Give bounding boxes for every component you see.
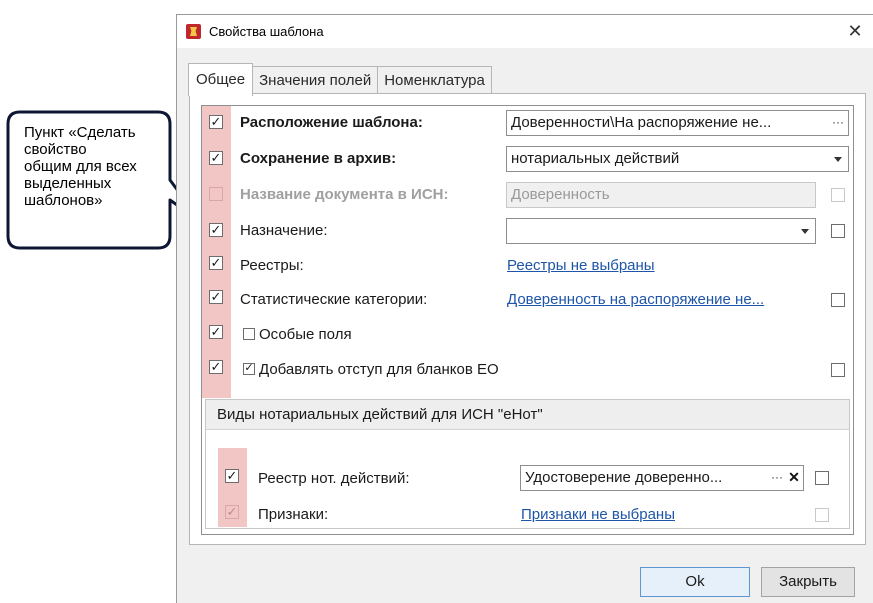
stat-categories-label: Статистические категории: bbox=[240, 291, 428, 308]
common-checkbox-special-fields[interactable]: ✓ bbox=[209, 325, 223, 339]
location-value: Доверенности\На распоряжение не... bbox=[511, 114, 772, 131]
common-checkbox-registries[interactable]: ✓ bbox=[209, 256, 223, 270]
indent-right-checkbox[interactable] bbox=[831, 363, 845, 377]
chevron-down-icon bbox=[801, 229, 809, 234]
purpose-checkbox[interactable] bbox=[831, 224, 845, 238]
browse-dots-icon[interactable]: ··· bbox=[828, 111, 848, 135]
isn-name-value: Доверенность bbox=[511, 186, 610, 203]
indent-checkbox[interactable]: ✓ bbox=[243, 363, 255, 375]
special-fields-checkbox[interactable] bbox=[243, 328, 255, 340]
common-checkbox-indent[interactable]: ✓ bbox=[209, 360, 223, 374]
row-registries: ✓ Реестры: Реестры не выбраны bbox=[202, 249, 855, 277]
common-checkbox-purpose[interactable]: ✓ bbox=[209, 223, 223, 237]
row-special-fields: ✓ Особые поля bbox=[202, 318, 855, 346]
registry-actions-field[interactable]: Удостоверение доверенно... ··· ✕ bbox=[520, 465, 804, 491]
row-registry-actions: ✓ Реестр нот. действий: Удостоверение до… bbox=[202, 462, 855, 491]
registry-actions-value: Удостоверение доверенно... bbox=[525, 469, 723, 486]
row-stat-categories: ✓ Статистические категории: Доверенность… bbox=[202, 283, 855, 311]
properties-grid: ✓ Расположение шаблона: Доверенности\На … bbox=[201, 105, 854, 535]
row-archive: ✓ Сохранение в архив: нотариальных дейст… bbox=[202, 144, 855, 172]
isn-name-field: Доверенность bbox=[506, 182, 816, 208]
stat-categories-link[interactable]: Доверенность на распоряжение не... bbox=[507, 291, 764, 309]
tab-general[interactable]: Общее bbox=[188, 63, 254, 96]
group-title: Виды нотариальных действий для ИСН "еНот… bbox=[206, 400, 849, 430]
special-fields-label: Особые поля bbox=[259, 326, 352, 343]
row-isn-name: Название документа в ИСН: Доверенность bbox=[202, 180, 855, 208]
browse-dots-icon[interactable]: ··· bbox=[768, 466, 786, 490]
row-location: ✓ Расположение шаблона: Доверенности\На … bbox=[202, 108, 855, 136]
signs-link[interactable]: Признаки не выбраны bbox=[521, 506, 675, 524]
registries-label: Реестры: bbox=[240, 257, 304, 274]
common-checkbox-stat-categories[interactable]: ✓ bbox=[209, 290, 223, 304]
chevron-down-icon bbox=[834, 157, 842, 162]
template-properties-dialog: Свойства шаблона ✕ Общее Значения полей … bbox=[176, 14, 873, 603]
indent-label: Добавлять отступ для бланков ЕО bbox=[259, 361, 499, 378]
app-logo-icon bbox=[186, 24, 201, 39]
archive-value: нотариальных действий bbox=[511, 150, 680, 167]
archive-label: Сохранение в архив: bbox=[240, 150, 397, 167]
registries-link[interactable]: Реестры не выбраны bbox=[507, 257, 655, 275]
common-checkbox-signs[interactable]: ✓ bbox=[225, 505, 239, 519]
close-icon[interactable]: ✕ bbox=[843, 19, 867, 43]
ok-button[interactable]: Ok bbox=[640, 567, 750, 597]
isn-name-checkbox[interactable] bbox=[831, 188, 845, 202]
common-checkbox-registry-actions[interactable]: ✓ bbox=[225, 469, 239, 483]
common-checkbox-isn-name[interactable] bbox=[209, 187, 223, 201]
title-bar: Свойства шаблона ✕ bbox=[177, 15, 873, 48]
window-title: Свойства шаблона bbox=[209, 24, 324, 39]
tab-nomenclature[interactable]: Номенклатура bbox=[377, 66, 492, 95]
registry-actions-label: Реестр нот. действий: bbox=[258, 470, 410, 487]
isn-name-label: Название документа в ИСН: bbox=[240, 186, 449, 203]
signs-checkbox[interactable] bbox=[815, 508, 829, 522]
common-checkbox-location[interactable]: ✓ bbox=[209, 115, 223, 129]
signs-label: Признаки: bbox=[258, 506, 329, 523]
row-purpose: ✓ Назначение: bbox=[202, 216, 855, 244]
location-label: Расположение шаблона: bbox=[240, 114, 423, 131]
general-tab-panel: ✓ Расположение шаблона: Доверенности\На … bbox=[189, 93, 866, 545]
registry-actions-checkbox[interactable] bbox=[815, 471, 829, 485]
purpose-dropdown[interactable] bbox=[506, 218, 816, 244]
purpose-label: Назначение: bbox=[240, 222, 328, 239]
location-field[interactable]: Доверенности\На распоряжение не... ··· bbox=[506, 110, 849, 136]
row-indent: ✓ ✓ Добавлять отступ для бланков ЕО bbox=[202, 353, 855, 381]
row-signs: ✓ Признаки: Признаки не выбраны bbox=[202, 498, 855, 526]
callout-text: Пункт «Сделать свойство общим для всех в… bbox=[24, 124, 137, 209]
tab-strip: Общее Значения полей Номенклатура bbox=[188, 63, 492, 96]
common-checkbox-archive[interactable]: ✓ bbox=[209, 151, 223, 165]
stat-categories-checkbox[interactable] bbox=[831, 293, 845, 307]
tab-field-values[interactable]: Значения полей bbox=[252, 66, 379, 95]
clear-icon[interactable]: ✕ bbox=[787, 466, 801, 490]
archive-dropdown[interactable]: нотариальных действий bbox=[506, 146, 849, 172]
close-button[interactable]: Закрыть bbox=[761, 567, 855, 597]
